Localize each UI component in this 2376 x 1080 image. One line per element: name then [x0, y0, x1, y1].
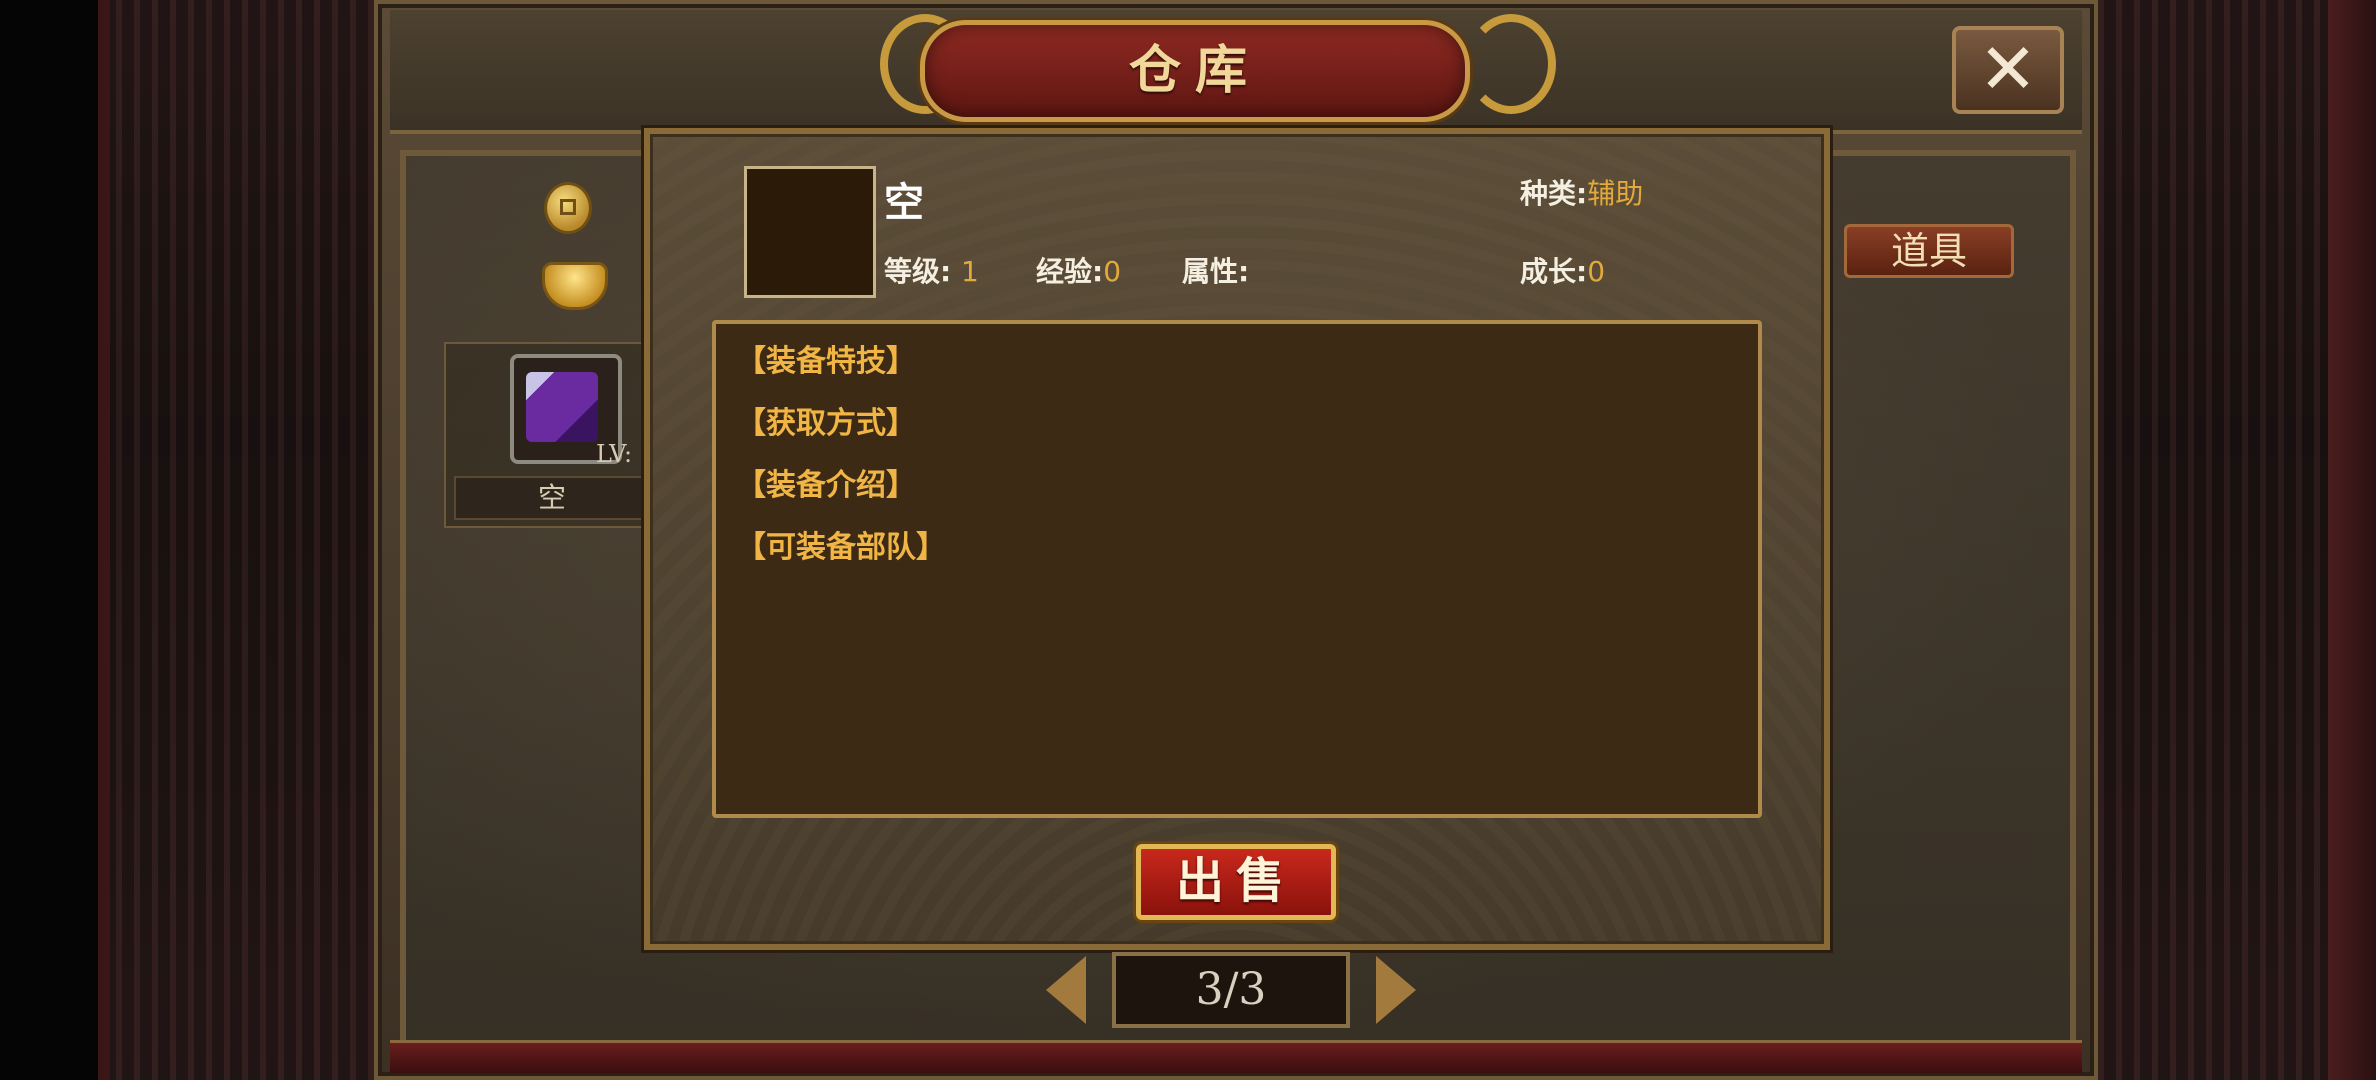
close-icon: ✕	[1978, 28, 2038, 110]
detail-exp-value: 0	[1103, 255, 1122, 288]
close-button[interactable]: ✕	[1952, 26, 2064, 114]
bottom-trim	[390, 1040, 2082, 1073]
section-equipment-skill: 【装备特技】	[736, 344, 916, 379]
detail-attribute-label: 属性:	[1182, 255, 1250, 288]
detail-attribute: 属性:	[1182, 250, 1249, 290]
detail-description-box	[712, 320, 1762, 818]
tab-items[interactable]: 道具	[1844, 224, 2014, 278]
detail-growth-label: 成长:	[1520, 255, 1588, 288]
section-acquisition: 【获取方式】	[736, 406, 916, 441]
detail-growth: 成长:0	[1520, 250, 1605, 290]
window-title: 仓库	[1128, 41, 1261, 101]
detail-item-icon-slot	[744, 166, 876, 298]
sell-button[interactable]: 出售	[1136, 844, 1336, 920]
detail-level-label: 等级:	[884, 255, 952, 288]
section-equippable-units: 【可装备部队】	[736, 530, 946, 565]
detail-level: 等级: 1	[884, 250, 979, 290]
item-name-label: 空	[454, 476, 650, 520]
section-introduction: 【装备介绍】	[736, 468, 916, 503]
next-page-arrow-icon[interactable]	[1376, 956, 1416, 1024]
copper-coin-icon	[544, 182, 592, 234]
title-scroll-right-ornament	[1466, 14, 1556, 114]
prev-page-arrow-icon[interactable]	[1046, 956, 1086, 1024]
left-edge-trim	[98, 0, 110, 1080]
detail-level-value: 1	[960, 255, 979, 288]
detail-type: 种类:辅助	[1520, 172, 1643, 212]
detail-growth-value: 0	[1587, 255, 1606, 288]
right-edge-trim	[2328, 0, 2376, 1080]
detail-type-label: 种类:	[1520, 177, 1588, 210]
equipment-item-icon	[526, 372, 598, 442]
left-background-strip	[98, 0, 374, 1080]
detail-exp: 经验:0	[1036, 250, 1121, 290]
game-screen: 仓库 ✕ LV: 空 道具 空 种类:辅助 等级: 1 经验:0 属性: 成长:…	[0, 0, 2376, 1080]
detail-item-name: 空	[884, 180, 924, 226]
right-background-strip	[2098, 0, 2328, 1080]
item-level-label: LV:	[596, 440, 633, 468]
detail-type-value: 辅助	[1587, 177, 1644, 210]
page-indicator: 3/3	[1112, 952, 1350, 1028]
detail-exp-label: 经验:	[1036, 255, 1104, 288]
